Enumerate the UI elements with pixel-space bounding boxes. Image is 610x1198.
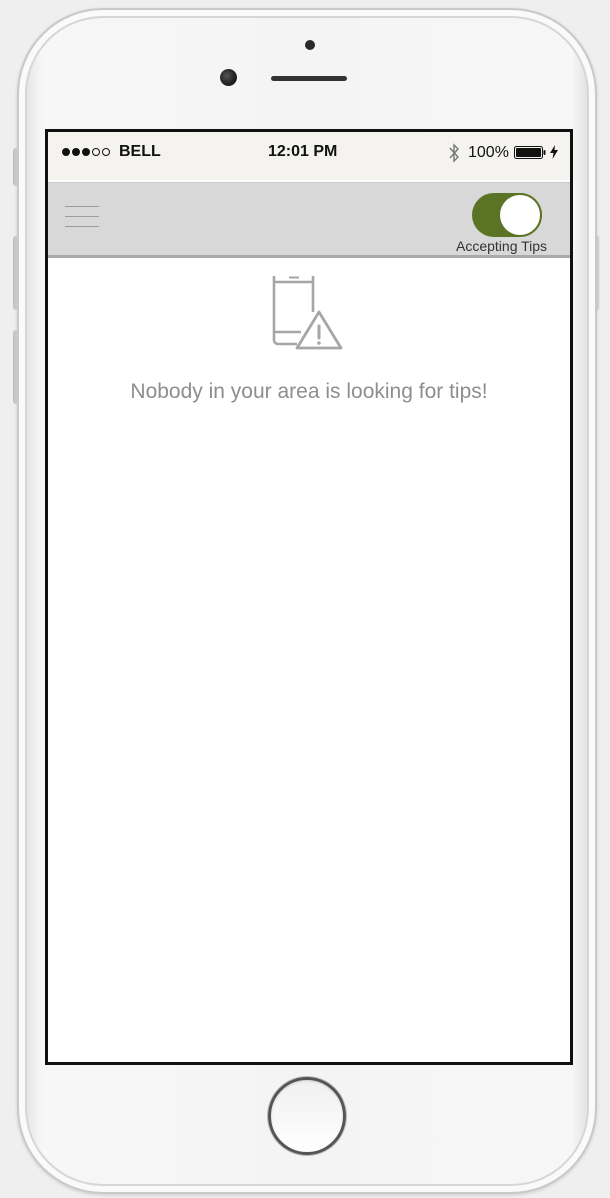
device-frame-stage: BELL 12:01 PM 100% Accepting Tips Nobody… xyxy=(0,0,610,1198)
accepting-tips-toggle[interactable] xyxy=(472,193,542,237)
battery-full-icon xyxy=(514,146,546,159)
signal-dot xyxy=(102,148,110,156)
proximity-sensor xyxy=(305,40,315,50)
main-content: Nobody in your area is looking for tips! xyxy=(48,258,570,1062)
phone-warning-icon xyxy=(272,276,343,350)
signal-dot xyxy=(72,148,80,156)
signal-strength-icon xyxy=(62,147,110,157)
signal-dot xyxy=(82,148,90,156)
home-button[interactable] xyxy=(268,1077,346,1155)
empty-state-message: Nobody in your area is looking for tips! xyxy=(130,380,488,403)
carrier-name: BELL xyxy=(119,143,161,160)
front-camera xyxy=(220,69,237,86)
hamburger-menu-icon[interactable] xyxy=(65,204,99,230)
status-time: 12:01 PM xyxy=(268,143,338,160)
bluetooth-icon xyxy=(449,143,459,163)
charging-bolt-icon xyxy=(550,145,558,159)
earpiece-speaker xyxy=(271,76,347,81)
battery-percent: 100% xyxy=(468,144,509,161)
toggle-knob xyxy=(498,193,542,237)
status-bar: BELL 12:01 PM 100% xyxy=(48,132,570,180)
phone-screen: BELL 12:01 PM 100% Accepting Tips Nobody… xyxy=(45,129,573,1065)
signal-dot xyxy=(92,148,100,156)
signal-dot xyxy=(62,148,70,156)
accepting-tips-label: Accepting Tips xyxy=(456,238,548,254)
top-nav-bar: Accepting Tips xyxy=(48,182,570,258)
